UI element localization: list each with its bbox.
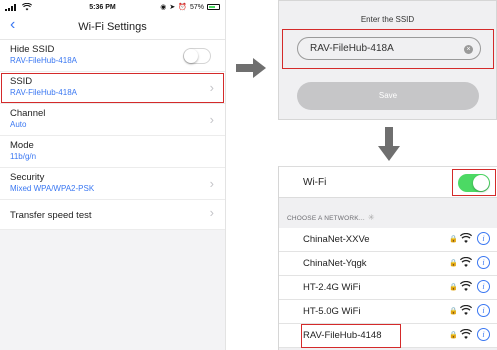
alarm-icon: ⏰ [178,4,187,11]
chevron-left-icon[interactable]: ‹ [10,16,15,34]
network-row[interactable]: HT-2.4G WiFi 🔒 i [279,276,497,300]
wifi-status-icon [22,3,32,11]
chevron-right-icon: › [209,205,214,220]
lock-icon: 🔒 [449,308,458,315]
navigation-arrow-icon: ➤ [169,4,176,11]
chevron-right-icon: › [209,176,214,191]
network-name: ChinaNet-Yqgk [303,258,367,269]
lock-icon: 🔒 [449,260,458,267]
arrow-down-icon [378,127,400,161]
lock-icon: 🔒 [449,284,458,291]
row-label: Transfer speed test [10,210,92,221]
wifi-network-screen: Wi-Fi CHOOSE A NETWORK... ✳ ChinaNet-XXVe… [278,166,497,350]
row-value: RAV-FileHub-418A [10,88,77,97]
wifi-toggle[interactable] [458,174,490,192]
info-icon[interactable]: i [477,280,490,293]
ssid-input-highlight: RAV-FileHub-418A × [282,29,494,69]
network-name: RAV-FileHub-4148 [303,330,382,341]
network-row[interactable]: ChinaNet-XXVe 🔒 i [279,228,497,252]
network-list: ChinaNet-XXVe 🔒 i ChinaNet-Yqgk 🔒 i HT-2… [279,228,497,348]
page-title: Wi-Fi Settings [78,20,147,33]
network-row-target[interactable]: RAV-FileHub-4148 🔒 i [279,324,497,348]
clear-icon[interactable]: × [464,45,473,54]
wifi-signal-icon [460,329,472,339]
settings-row-mode: Mode 11b/g/n [0,136,225,168]
settings-row-security[interactable]: Security Mixed WPA/WPA2-PSK › [0,168,225,200]
network-name: HT-2.4G WiFi [303,282,361,293]
row-value: Mixed WPA/WPA2-PSK [10,184,95,193]
loading-spinner-icon: ✳ [367,213,375,222]
info-icon[interactable]: i [477,304,490,317]
row-label: Security [10,172,45,183]
settings-list: Hide SSID RAV-FileHub-418A SSID RAV-File… [0,40,225,230]
wifi-signal-icon [460,305,472,315]
info-icon[interactable]: i [477,232,490,245]
info-icon[interactable]: i [477,328,490,341]
battery-icon [207,4,220,10]
settings-row-channel[interactable]: Channel Auto › [0,104,225,136]
status-bar: 5:36 PM ◉ ➤ ⏰ 57% [0,0,225,14]
wifi-toggle-row: Wi-Fi [279,166,497,198]
wifi-signal-icon [460,257,472,267]
network-name: ChinaNet-XXVe [303,234,370,245]
status-signal [5,3,75,11]
wifi-signal-icon [460,233,472,243]
wifi-signal-icon [460,281,472,291]
chevron-right-icon: › [209,112,214,127]
row-label: Mode [10,140,34,151]
settings-row-ssid[interactable]: SSID RAV-FileHub-418A › [0,72,225,104]
battery-percent: 57% [189,3,204,11]
choose-network-label: CHOOSE A NETWORK... [287,215,365,222]
empty-area [0,230,225,350]
row-label: Channel [10,108,46,119]
row-value: 11b/g/n [10,152,37,161]
info-icon[interactable]: i [477,256,490,269]
arrow-right-icon [236,58,266,78]
navigation-bar: ‹ Wi-Fi Settings [0,14,225,40]
wifi-label: Wi-Fi [303,177,327,188]
chevron-right-icon: › [209,80,214,95]
settings-row-transfer-speed-test[interactable]: Transfer speed test › [0,200,225,230]
wifi-toggle-highlight [452,169,496,196]
location-icon: ◉ [160,4,167,11]
ssid-dialog-title: Enter the SSID [360,15,415,24]
save-button[interactable]: Save [297,82,479,110]
ssid-input-value: RAV-FileHub-418A [310,43,394,54]
ssid-dialog: Enter the SSID RAV-FileHub-418A × Save [278,0,497,120]
wifi-settings-screen: 5:36 PM ◉ ➤ ⏰ 57% ‹ Wi-Fi Settings Hide … [0,0,226,350]
ssid-input[interactable]: RAV-FileHub-418A × [297,37,481,60]
settings-row-hide-ssid[interactable]: Hide SSID RAV-FileHub-418A [0,40,225,72]
network-name: HT-5.0G WiFi [303,306,361,317]
lock-icon: 🔒 [449,332,458,339]
lock-icon: 🔒 [449,236,458,243]
network-row[interactable]: HT-5.0G WiFi 🔒 i [279,300,497,324]
status-right: ◉ ➤ ⏰ 57% [130,3,220,11]
row-label: SSID [10,76,33,87]
cellular-signal-icon [5,3,16,11]
network-row[interactable]: ChinaNet-Yqgk 🔒 i [279,252,497,276]
row-value: Auto [10,120,27,129]
hide-ssid-toggle[interactable] [183,48,211,64]
choose-network-header: CHOOSE A NETWORK... ✳ [279,198,497,228]
status-time: 5:36 PM [89,3,116,11]
